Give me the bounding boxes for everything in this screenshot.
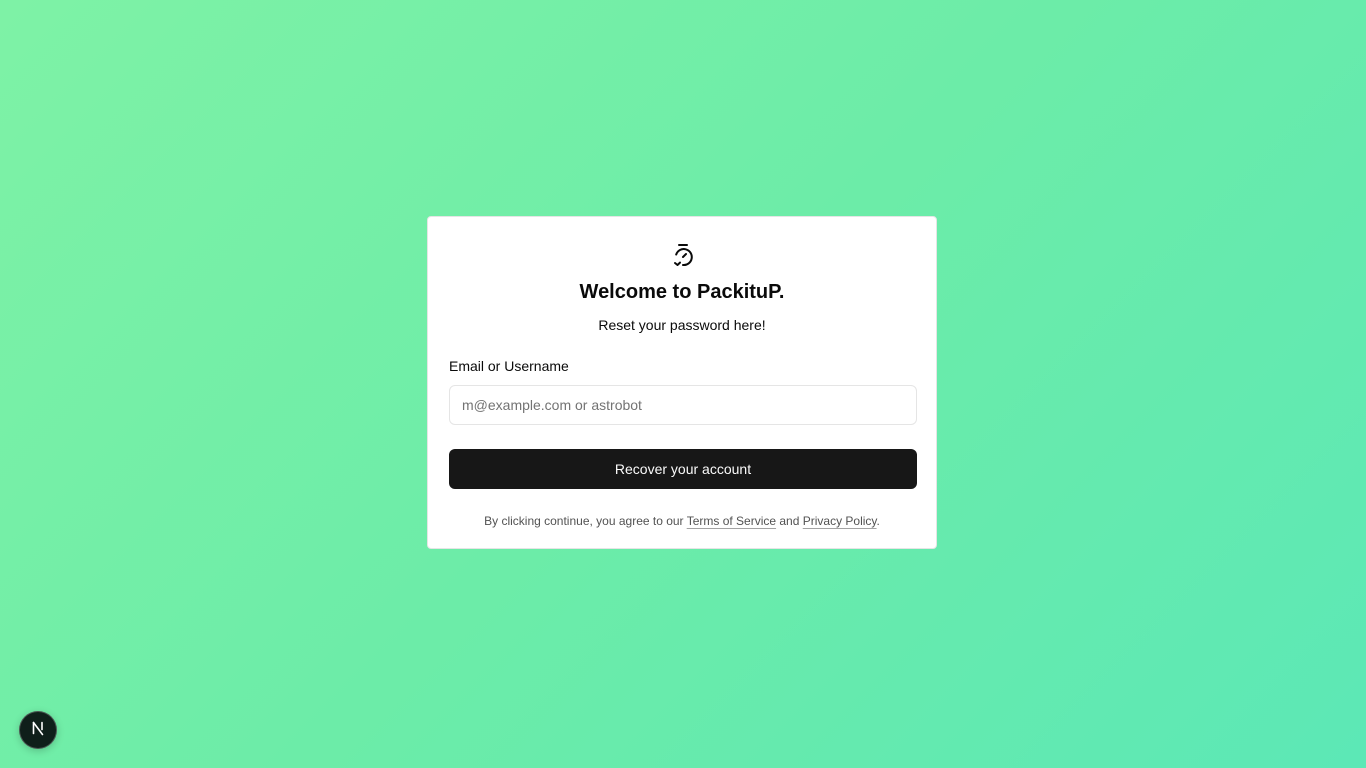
privacy-policy-link[interactable]: Privacy Policy [803, 514, 877, 528]
recover-account-card: Welcome to PackituP. Reset your password… [427, 216, 937, 549]
recover-account-button[interactable]: Recover your account [449, 449, 917, 489]
legal-notice: By clicking continue, you agree to our T… [428, 514, 936, 528]
email-or-username-input[interactable] [449, 385, 917, 425]
nextjs-icon [29, 719, 47, 742]
terms-of-service-link[interactable]: Terms of Service [687, 514, 776, 528]
legal-prefix: By clicking continue, you agree to our [484, 514, 687, 528]
email-or-username-label: Email or Username [449, 358, 569, 374]
legal-middle: and [776, 514, 803, 528]
legal-suffix: . [876, 514, 880, 528]
page-title: Welcome to PackituP. [579, 281, 785, 303]
page-subtitle: Reset your password here! [598, 317, 766, 333]
nextjs-dev-badge[interactable] [19, 711, 57, 749]
timer-reset-icon [672, 243, 694, 267]
